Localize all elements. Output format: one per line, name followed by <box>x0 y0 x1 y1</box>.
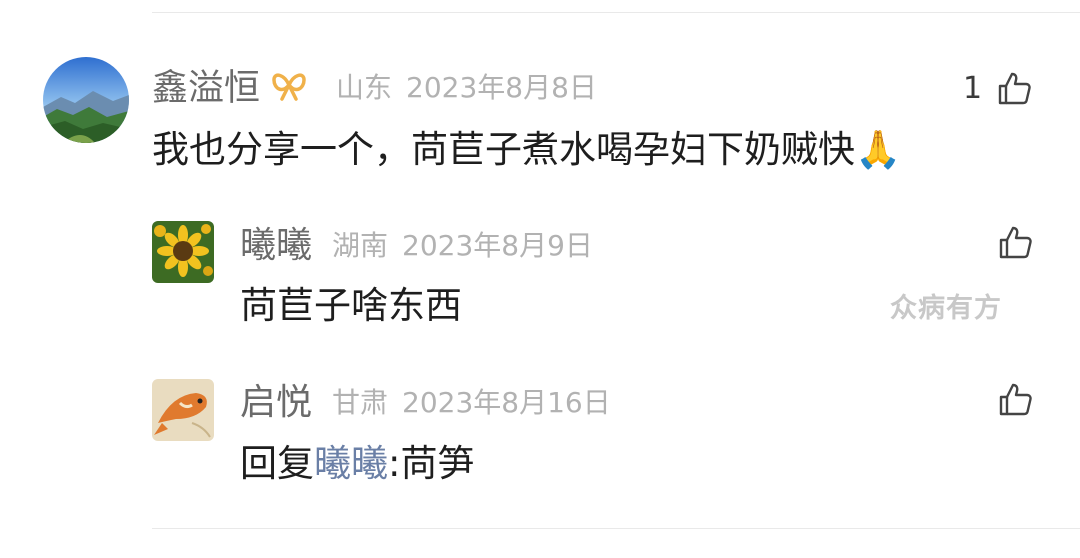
location: 甘肃 <box>332 386 389 419</box>
reply-author[interactable]: 启悦 <box>240 383 312 423</box>
reply-meta: 甘肃 2023年8月16日 <box>332 387 611 419</box>
reply-author[interactable]: 曦曦 <box>240 226 312 266</box>
avatar[interactable] <box>152 221 214 283</box>
avatar[interactable] <box>152 379 214 441</box>
timestamp: 2023年8月16日 <box>402 386 611 419</box>
avatar[interactable] <box>43 57 129 143</box>
timestamp: 2023年8月8日 <box>406 71 597 104</box>
bottom-divider <box>152 528 1080 529</box>
infinity-ribbon-icon <box>270 68 308 111</box>
thumbs-up-icon <box>999 226 1032 259</box>
koi-fish-icon <box>152 379 214 441</box>
comment-meta: 山东 2023年8月8日 <box>336 72 597 104</box>
reply-text: 回复曦曦:苘笋 <box>240 442 474 486</box>
timestamp: 2023年8月9日 <box>402 229 593 262</box>
top-divider <box>152 12 1080 13</box>
like-count: 1 <box>963 70 983 106</box>
sunflower-icon <box>152 221 214 283</box>
reply-target-link[interactable]: 曦曦 <box>314 442 388 485</box>
reply-body: :苘笋 <box>388 442 475 485</box>
like-button[interactable] <box>997 224 1033 260</box>
like-button[interactable] <box>997 381 1033 417</box>
comment-author[interactable]: 鑫溢恒 <box>152 68 308 111</box>
reply-prefix: 回复 <box>240 442 314 485</box>
comment-text: 我也分享一个，苘苣子煮水喝孕妇下奶贼快🙏 <box>152 128 902 171</box>
mountain-landscape-icon <box>43 57 129 143</box>
thumbs-up-icon <box>998 72 1031 105</box>
location: 山东 <box>336 71 393 104</box>
reply-meta: 湖南 2023年8月9日 <box>332 230 593 262</box>
location: 湖南 <box>332 229 389 262</box>
like-button[interactable]: 1 <box>963 70 1032 106</box>
thumbs-up-icon <box>999 383 1032 416</box>
watermark: 众病有方 <box>890 293 1002 324</box>
reply-text: 苘苣子啥东西 <box>240 284 462 327</box>
